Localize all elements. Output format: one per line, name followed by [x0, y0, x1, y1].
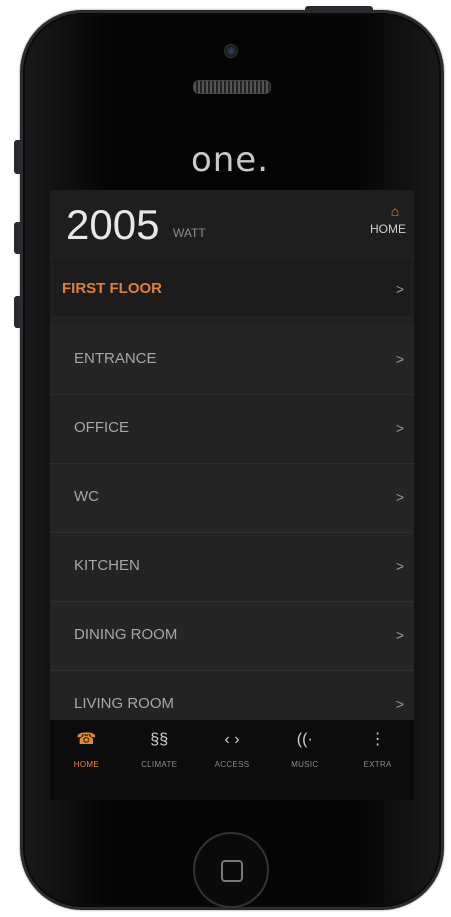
home-label: HOME: [370, 222, 406, 236]
music-icon: ((·: [296, 731, 313, 748]
earpiece-speaker: [193, 80, 271, 94]
chevron-right-icon: >: [395, 420, 404, 436]
front-camera: [224, 44, 238, 58]
tab-label: EXTRA: [363, 760, 392, 769]
list-item-kitchen[interactable]: KITCHEN >: [50, 533, 414, 602]
tab-extra[interactable]: ⋮ EXTRA: [341, 720, 414, 800]
list-item-office[interactable]: OFFICE >: [50, 395, 414, 464]
chevron-right-icon: >: [395, 558, 404, 574]
house-icon: ⌂: [390, 203, 400, 219]
power-unit: WATT: [173, 226, 206, 240]
room-label: OFFICE: [74, 419, 129, 436]
list-item-entrance[interactable]: ENTRANCE >: [50, 326, 414, 395]
tab-label: CLIMATE: [141, 760, 178, 769]
chevron-right-icon: >: [395, 489, 404, 505]
access-icon: ‹ ›: [224, 731, 240, 748]
volume-down-button: [14, 296, 20, 328]
tab-access[interactable]: ‹ › ACCESS: [196, 720, 269, 800]
room-list: ENTRANCE > OFFICE > WC > KITCHEN > DININ…: [50, 326, 414, 740]
chevron-right-icon: >: [395, 696, 404, 712]
home-square-icon: [221, 860, 243, 882]
room-label: DINING ROOM: [74, 626, 178, 643]
room-label: LIVING ROOM: [74, 695, 175, 712]
room-label: WC: [74, 488, 99, 505]
chevron-right-icon: >: [395, 281, 404, 297]
tab-home[interactable]: ☎ HOME: [50, 720, 123, 800]
list-item-dining-room[interactable]: DINING ROOM >: [50, 602, 414, 671]
chevron-right-icon: >: [395, 351, 404, 367]
home-icon: ☎: [76, 731, 97, 748]
floor-label: FIRST FLOOR: [62, 280, 162, 297]
home-button-top[interactable]: ⌂ HOME: [354, 202, 406, 248]
power-value: 2005: [66, 201, 160, 248]
volume-up-button: [14, 222, 20, 254]
tab-climate[interactable]: §§ CLIMATE: [123, 720, 196, 800]
power-button: [305, 6, 373, 12]
room-label: ENTRANCE: [74, 350, 157, 367]
extra-icon: ⋮: [369, 731, 386, 748]
tab-label: HOME: [73, 760, 99, 769]
tab-music[interactable]: ((· MUSIC: [268, 720, 341, 800]
mute-switch: [14, 140, 20, 174]
device-home-button[interactable]: [193, 832, 269, 908]
tab-label: ACCESS: [214, 760, 250, 769]
list-item-wc[interactable]: WC >: [50, 464, 414, 533]
app-logo: one.: [190, 140, 270, 180]
tab-label: MUSIC: [291, 760, 319, 769]
chevron-right-icon: >: [395, 627, 404, 643]
room-label: KITCHEN: [74, 557, 140, 574]
power-header: 2005 WATT ⌂ HOME: [50, 190, 414, 260]
climate-icon: §§: [150, 731, 169, 748]
tab-bar: ☎ HOME §§ CLIMATE ‹ › ACCESS ((· MUSIC ⋮…: [50, 720, 414, 800]
app-screen: 2005 WATT ⌂ HOME FIRST FLOOR > ENTRANCE …: [50, 190, 414, 800]
floor-row[interactable]: FIRST FLOOR >: [50, 260, 414, 316]
